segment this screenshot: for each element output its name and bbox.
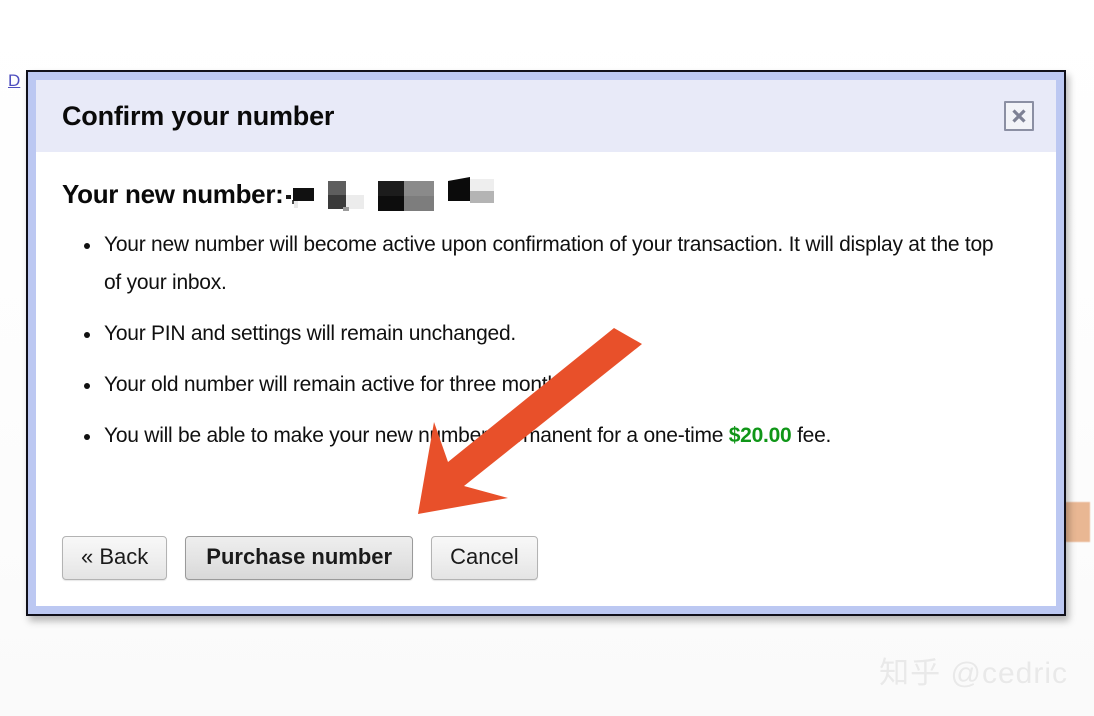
watermark: 知乎 @cedric xyxy=(879,657,1068,690)
confirm-number-dialog: Confirm your number Your new number: You… xyxy=(26,70,1066,616)
list-item: Your PIN and settings will remain unchan… xyxy=(84,315,1004,353)
bullet-four-text-after: fee. xyxy=(791,424,832,447)
list-item: Your new number will become active upon … xyxy=(84,226,1004,302)
purchase-number-button[interactable]: Purchase number xyxy=(185,536,414,580)
back-button[interactable]: « Back xyxy=(62,536,168,580)
list-item: Your old number will remain active for t… xyxy=(84,366,1004,404)
dialog-title: Confirm your number xyxy=(62,100,335,131)
redact-block-3 xyxy=(377,181,434,211)
dialog-inner-panel: Confirm your number Your new number: You… xyxy=(36,80,1056,606)
new-number-value-redacted xyxy=(285,177,508,211)
close-icon[interactable] xyxy=(1004,101,1034,131)
dialog-header: Confirm your number xyxy=(36,80,1056,152)
new-number-label: Your new number: xyxy=(62,178,284,209)
redact-block-2 xyxy=(327,179,364,211)
close-x-icon xyxy=(1012,109,1026,123)
bullet-four-text-before: You will be able to make your new number… xyxy=(104,424,729,447)
dialog-body: Your new number: Your new number will be… xyxy=(36,152,1056,534)
new-number-row: Your new number: xyxy=(62,176,1030,212)
redact-block-1 xyxy=(285,181,314,211)
cancel-button[interactable]: Cancel xyxy=(431,536,538,580)
dialog-footer: « Back Purchase number Cancel xyxy=(36,534,1056,606)
list-item-price: You will be able to make your new number… xyxy=(84,417,1004,455)
redact-block-4 xyxy=(447,177,494,211)
background-link-partial[interactable]: D xyxy=(8,72,20,89)
info-bullet-list: Your new number will become active upon … xyxy=(62,226,1030,455)
price-amount: $20.00 xyxy=(728,424,792,447)
